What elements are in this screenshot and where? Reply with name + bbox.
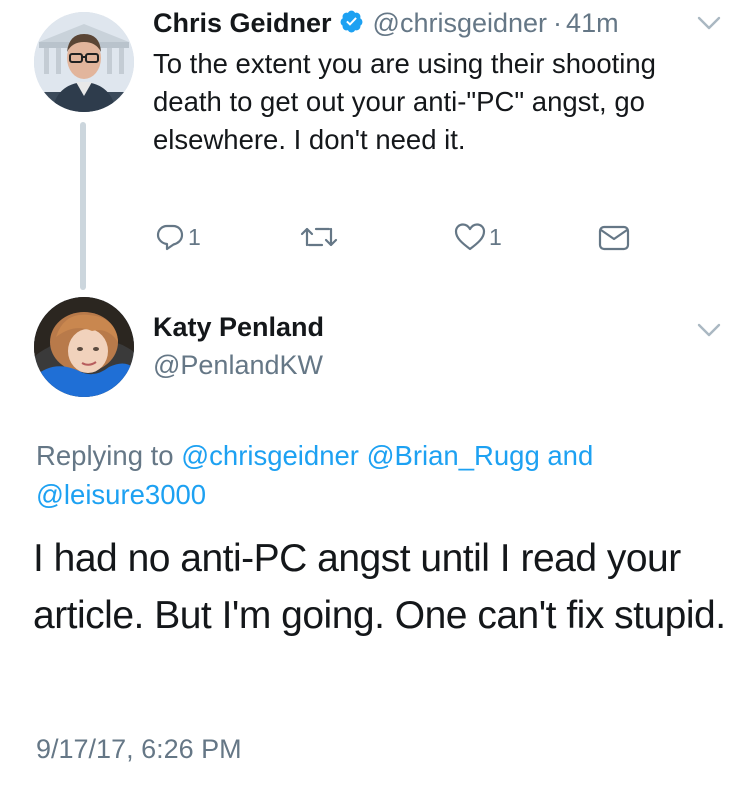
like-icon (454, 223, 486, 251)
tweet2-author-name[interactable]: Katy Penland (153, 312, 324, 343)
chevron-down-icon (697, 16, 721, 30)
tweet1-author-name[interactable]: Chris Geidner (153, 8, 332, 39)
like-button[interactable]: 1 (454, 222, 502, 252)
retweet-icon (300, 227, 338, 247)
tweet1-text: To the extent you are using their shooti… (153, 48, 656, 155)
tweet1-author-handle[interactable]: @chrisgeidner (373, 8, 548, 39)
tweet2-text: I had no anti-PC angst until I read your… (33, 537, 726, 637)
avatar-photo-icon (34, 297, 134, 397)
avatar-photo-icon (34, 12, 134, 112)
verified-badge-icon (339, 9, 364, 39)
replying-to-line: Replying to @chrisgeidner @Brian_Rugg an… (36, 436, 726, 514)
tweet1-separator: · (553, 8, 563, 38)
mention-link[interactable]: @chrisgeidner (181, 440, 359, 471)
tweet1-header: Chris Geidner @chrisgeidner · 41m (153, 8, 619, 39)
reply-count: 1 (188, 223, 201, 250)
reply-icon (156, 224, 184, 251)
reply-button[interactable]: 1 (155, 222, 201, 252)
tweet2-author-handle[interactable]: @PenlandKW (153, 350, 323, 381)
mention-link[interactable]: @Brian_Rugg (367, 440, 540, 471)
tweet1-time-ago[interactable]: 41m (566, 8, 619, 39)
tweet2-timestamp[interactable]: 9/17/17, 6:26 PM (36, 734, 242, 765)
replying-prefix: Replying to (36, 440, 174, 471)
direct-message-icon (598, 225, 630, 251)
mention-link[interactable]: @leisure3000 (36, 479, 206, 510)
katy-penland-avatar[interactable] (34, 297, 134, 397)
thread-connector-line (80, 122, 86, 290)
mention-conjunction[interactable]: and (547, 440, 593, 471)
retweet-button[interactable] (300, 224, 338, 250)
chris-geidner-avatar[interactable] (34, 12, 134, 112)
like-count: 1 (489, 223, 502, 250)
tweet2-menu-chevron[interactable] (696, 321, 722, 339)
tweet1-menu-chevron[interactable] (696, 14, 722, 32)
direct-message-button[interactable] (598, 225, 630, 251)
chevron-down-icon (697, 323, 721, 337)
